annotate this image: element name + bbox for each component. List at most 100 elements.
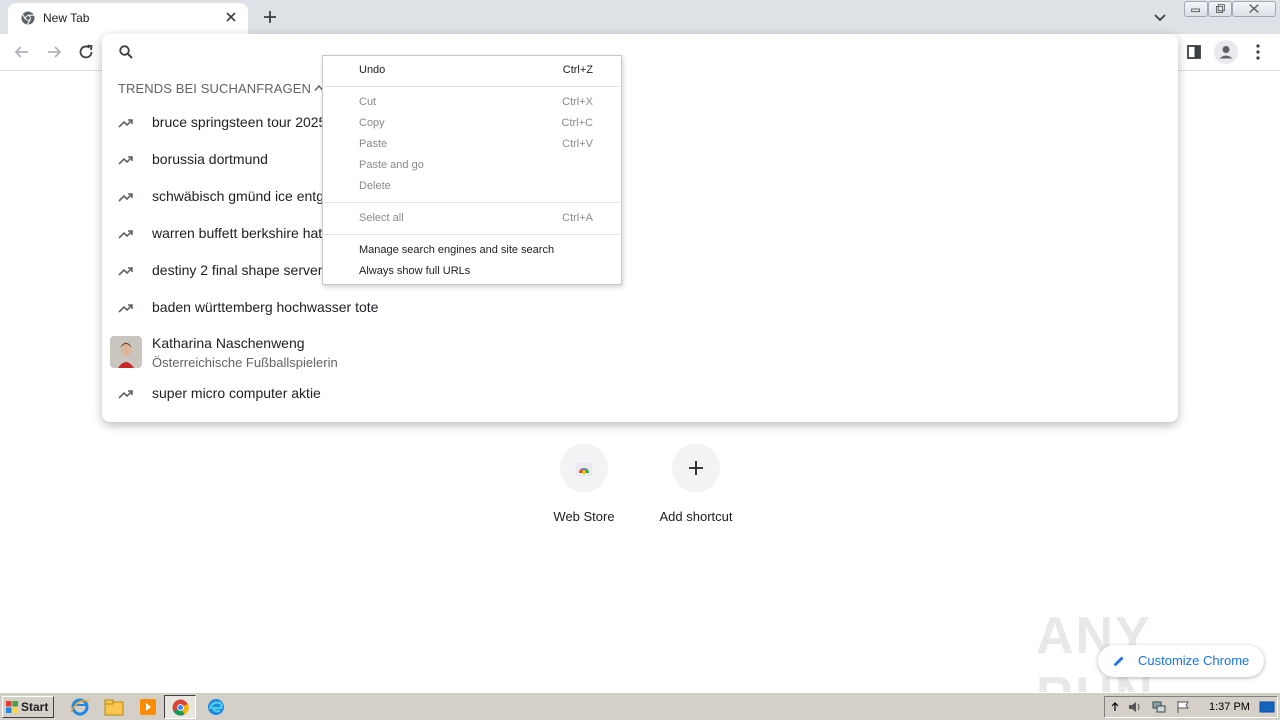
close-window-button[interactable] [1232,1,1276,17]
shortcut-web-store[interactable]: Web Store [528,444,640,534]
taskbar: Start 1:37 PM [0,692,1280,720]
menu-divider [324,86,620,87]
customize-chrome-button[interactable]: Customize Chrome [1098,645,1264,677]
chrome-icon [172,699,189,716]
entity-subtitle: Österreichische Fußballspielerin [152,355,338,370]
chevron-down-icon[interactable] [1152,9,1168,25]
suggestion-item[interactable]: destiny 2 final shape server [102,254,1178,291]
start-label: Start [21,700,49,714]
entity-suggestion[interactable]: Katharina Naschenweng Österreichische Fu… [102,332,1178,376]
suggestion-text: baden württemberg hochwasser tote [152,299,379,315]
menu-dots-icon[interactable] [1248,42,1268,62]
trending-icon [118,304,133,313]
reload-icon[interactable] [76,42,96,62]
trends-header: TRENDS BEI SUCHANFRAGEN [118,81,311,96]
suggestion-item[interactable]: super micro computer aktie [102,377,1178,414]
taskbar-chrome-button[interactable] [164,695,196,719]
suggestion-text: schwäbisch gmünd ice entg [152,188,324,204]
menu-item-delete[interactable]: Delete [323,176,621,197]
menu-item-show-full-urls[interactable]: Always show full URLs [323,261,621,282]
menu-label: Copy [359,117,385,129]
suggestion-text: warren buffett berkshire hat [152,225,323,241]
menu-label: Always show full URLs [359,265,471,277]
chrome-icon [21,11,35,25]
shortcut-label: Web Store [553,509,615,524]
menu-item-copy[interactable]: Copy Ctrl+C [323,113,621,134]
menu-divider [324,234,620,235]
tab-new-tab[interactable]: New Tab [8,3,248,34]
suggestion-item[interactable]: borussia dortmund [102,143,1178,180]
trending-icon [118,193,133,202]
close-window-icon [1249,4,1259,13]
close-tab-icon[interactable] [224,10,238,24]
forward-arrow-icon[interactable] [44,42,64,62]
network-icon[interactable] [1151,700,1167,714]
menu-shortcut: Ctrl+X [562,96,593,108]
tray-expand-icon[interactable] [1110,700,1120,714]
media-player-icon[interactable] [136,696,160,718]
minimize-button[interactable] [1184,1,1208,17]
menu-shortcut: Ctrl+Z [562,64,593,76]
menu-label: Paste [359,138,388,150]
trending-icon [118,230,133,239]
webstore-icon [576,463,592,476]
trending-icon [118,390,133,399]
customize-label: Customize Chrome [1138,653,1250,668]
plus-icon [689,461,703,475]
trending-icon [118,156,133,165]
menu-shortcut: Ctrl+C [561,117,593,129]
menu-label: Manage search engines and site search [359,244,555,256]
suggestion-text: super micro computer aktie [152,385,321,401]
clock: 1:37 PM [1209,701,1250,713]
edge-icon[interactable] [204,696,228,718]
menu-label: Undo [359,64,386,76]
person-thumbnail [110,336,142,368]
omnibox-dropdown: TRENDS BEI SUCHANFRAGEN bruce springstee… [102,34,1178,422]
profile-avatar-icon[interactable] [1214,40,1238,64]
menu-item-manage-search-engines[interactable]: Manage search engines and site search [323,240,621,261]
back-arrow-icon[interactable] [12,42,32,62]
shortcut-icon-circle [672,444,720,492]
restore-button[interactable] [1208,1,1232,17]
speaker-icon[interactable] [1127,700,1143,714]
menu-divider [324,202,620,203]
menu-shortcut: Ctrl+V [562,138,593,150]
internet-explorer-icon[interactable] [68,696,92,718]
menu-item-paste-and-go[interactable]: Paste and go [323,155,621,176]
menu-item-select-all[interactable]: Select all Ctrl+A [323,208,621,229]
restore-icon [1216,4,1225,13]
shortcut-add[interactable]: Add shortcut [640,444,752,534]
suggestion-text: borussia dortmund [152,151,268,167]
menu-item-paste[interactable]: Paste Ctrl+V [323,134,621,155]
entity-title: Katharina Naschenweng [152,335,305,351]
suggestion-item[interactable]: bruce springsteen tour 2025 [102,106,1178,143]
side-panel-icon[interactable] [1184,42,1204,62]
tab-strip: New Tab [0,0,1280,34]
system-tray: 1:37 PM [1104,696,1278,718]
menu-item-undo[interactable]: Undo Ctrl+Z [323,60,621,81]
suggestion-item[interactable]: baden württemberg hochwasser tote [102,291,1178,328]
menu-label: Delete [359,180,391,192]
suggestion-item[interactable]: schwäbisch gmünd ice entg [102,180,1178,217]
minimize-icon [1191,8,1200,13]
windows-logo-icon [6,701,18,713]
tab-title: New Tab [43,11,90,25]
trending-icon [118,267,133,276]
menu-label: Cut [359,96,377,108]
suggestion-text: bruce springsteen tour 2025 [152,114,327,130]
menu-label: Paste and go [359,159,424,171]
trending-icon [118,119,133,128]
pencil-icon [1114,656,1124,666]
menu-shortcut: Ctrl+A [562,212,593,224]
suggestion-text: destiny 2 final shape server [152,262,323,278]
shortcut-icon-circle [560,444,608,492]
new-tab-icon[interactable] [260,8,280,26]
file-explorer-icon[interactable] [102,696,126,718]
menu-label: Select all [359,212,404,224]
show-desktop-icon[interactable] [1259,700,1275,714]
suggestion-item[interactable]: warren buffett berkshire hat [102,217,1178,254]
shortcut-label: Add shortcut [659,509,733,524]
start-button[interactable]: Start [2,696,54,718]
menu-item-cut[interactable]: Cut Ctrl+X [323,92,621,113]
flag-icon[interactable] [1175,700,1191,714]
